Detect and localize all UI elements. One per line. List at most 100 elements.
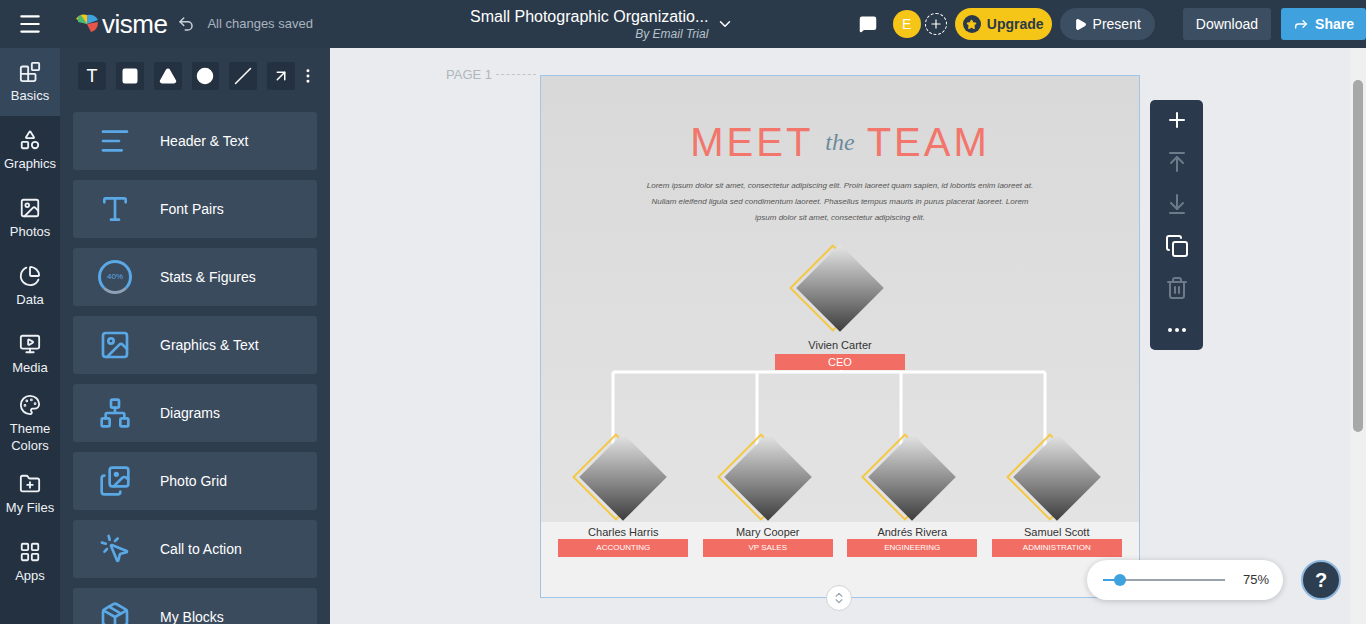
help-button[interactable]: ? [1301,560,1341,600]
rail-item[interactable]: Photos [0,184,60,252]
zoom-slider[interactable] [1103,579,1225,581]
team-row: Charles HarrisACCOUNTINGMary CooperVP SA… [541,433,1139,557]
rail-icon [19,197,41,219]
font-icon [99,193,131,225]
role-label: ADMINISTRATION [992,539,1122,557]
arrow-tool[interactable] [267,62,295,90]
team-member[interactable]: Mary CooperVP SALES [703,433,834,557]
heading: MEETtheTEAM [690,114,990,170]
photo [868,433,956,521]
delete-icon [1165,276,1189,300]
save-status: All changes saved [207,14,313,34]
rail-item[interactable]: Apps [0,528,60,596]
app: visme All changes saved Small Photographic… [0,0,1366,624]
rail-icon [19,473,41,495]
stats-icon: 40% [98,260,132,294]
rail-item[interactable]: Data [0,252,60,320]
cta-icon [99,533,131,565]
photo [796,244,884,332]
diagram-icon [99,397,131,429]
arrow-icon [272,67,290,85]
rail-icon [19,129,41,151]
page-label: PAGE 1 [446,65,536,85]
logo[interactable]: visme [74,10,167,38]
header-icon [99,125,131,157]
circle-icon [196,67,214,85]
rail-item[interactable]: Media [0,320,60,388]
member-photo[interactable] [1013,433,1101,521]
mine-icon [99,601,131,624]
rail-icon [19,333,41,355]
team-member[interactable]: Charles HarrisACCOUNTING [558,433,689,557]
add-collaborator-button[interactable] [925,13,947,35]
play-icon [1074,18,1087,31]
star-icon [963,15,981,33]
body-text: Lorem ipsum dolor sit amet, consectetur … [647,178,1033,226]
photo [724,433,812,521]
member-photo[interactable] [579,433,667,521]
block-card[interactable]: Font Pairs [73,180,317,238]
comments-icon[interactable] [859,15,877,33]
pinwheel-icon [74,13,100,35]
blocks-panel: T Header & Text Font Pairs 40%Stats & Figur… [60,48,330,624]
rail-icon [19,541,41,563]
undo-icon[interactable] [177,15,195,33]
share-button[interactable]: Share [1281,8,1366,40]
text-tool[interactable]: T [78,62,106,90]
move-down-icon [1165,192,1189,216]
block-card[interactable]: Call to Action [73,520,317,578]
grid-icon [99,465,131,497]
rectangle-icon [121,67,139,85]
team-member[interactable]: Samuel ScottADMINISTRATION [992,433,1123,557]
more-icon[interactable] [1165,318,1189,342]
menu-icon[interactable] [17,11,43,37]
ceo-node[interactable]: Vivien CarterCEO [775,244,905,370]
share-icon [1293,16,1309,32]
circle-tool[interactable] [192,62,220,90]
upgrade-button[interactable]: Upgrade [955,8,1052,40]
download-button[interactable]: Download [1183,8,1271,40]
rail-item[interactable]: Theme Colors [0,388,60,460]
scrollbar-thumb[interactable] [1353,80,1363,432]
top-bar: visme All changes saved Small Photographic… [0,0,1366,48]
duplicate-icon[interactable] [1165,234,1189,258]
block-card[interactable]: Photo Grid [73,452,317,510]
rail-item[interactable]: Basics [0,48,60,116]
block-card[interactable]: Graphics & Text [73,316,317,374]
block-card[interactable]: Diagrams [73,384,317,442]
move-up-icon [1165,150,1189,174]
resize-icon [832,591,846,605]
rail-item[interactable]: My Files [0,460,60,528]
resize-handle[interactable] [826,585,852,611]
triangle-icon [159,67,177,85]
block-card[interactable]: 40%Stats & Figures [73,248,317,306]
plus-icon [929,17,943,31]
chevron-down-icon[interactable] [716,15,734,33]
canvas: PAGE 1 MEETtheTEAM Lorem ipsum dolor sit a… [330,48,1366,624]
side-rail: BasicsGraphicsPhotosDataMediaTheme Color… [0,48,60,624]
role-label: CEO [775,354,905,370]
block-card[interactable]: Header & Text [73,112,317,170]
rectangle-tool[interactable] [116,62,144,90]
block-card[interactable]: My Blocks [73,588,317,624]
zoom-knob[interactable] [1114,574,1126,586]
line-icon [234,67,252,85]
rail-icon [19,265,41,287]
rail-item[interactable]: Graphics [0,116,60,184]
document-title[interactable]: Small Photographic Organizatio...By Emai… [470,7,734,41]
member-photo[interactable] [868,433,956,521]
avatar[interactable]: E [893,10,921,38]
photo [579,433,667,521]
line-tool[interactable] [229,62,257,90]
more-icon[interactable] [299,67,317,85]
page[interactable]: MEETtheTEAM Lorem ipsum dolor sit amet, c… [540,75,1140,598]
triangle-tool[interactable] [154,62,182,90]
ceo-photo[interactable] [796,244,884,332]
photo [1013,433,1101,521]
rail-icon [19,61,41,83]
team-member[interactable]: Andrés RiveraENGINEERING [847,433,978,557]
add-icon[interactable] [1165,108,1189,132]
scrollbar [1350,48,1366,624]
member-photo[interactable] [724,433,812,521]
present-button[interactable]: Present [1060,8,1155,40]
